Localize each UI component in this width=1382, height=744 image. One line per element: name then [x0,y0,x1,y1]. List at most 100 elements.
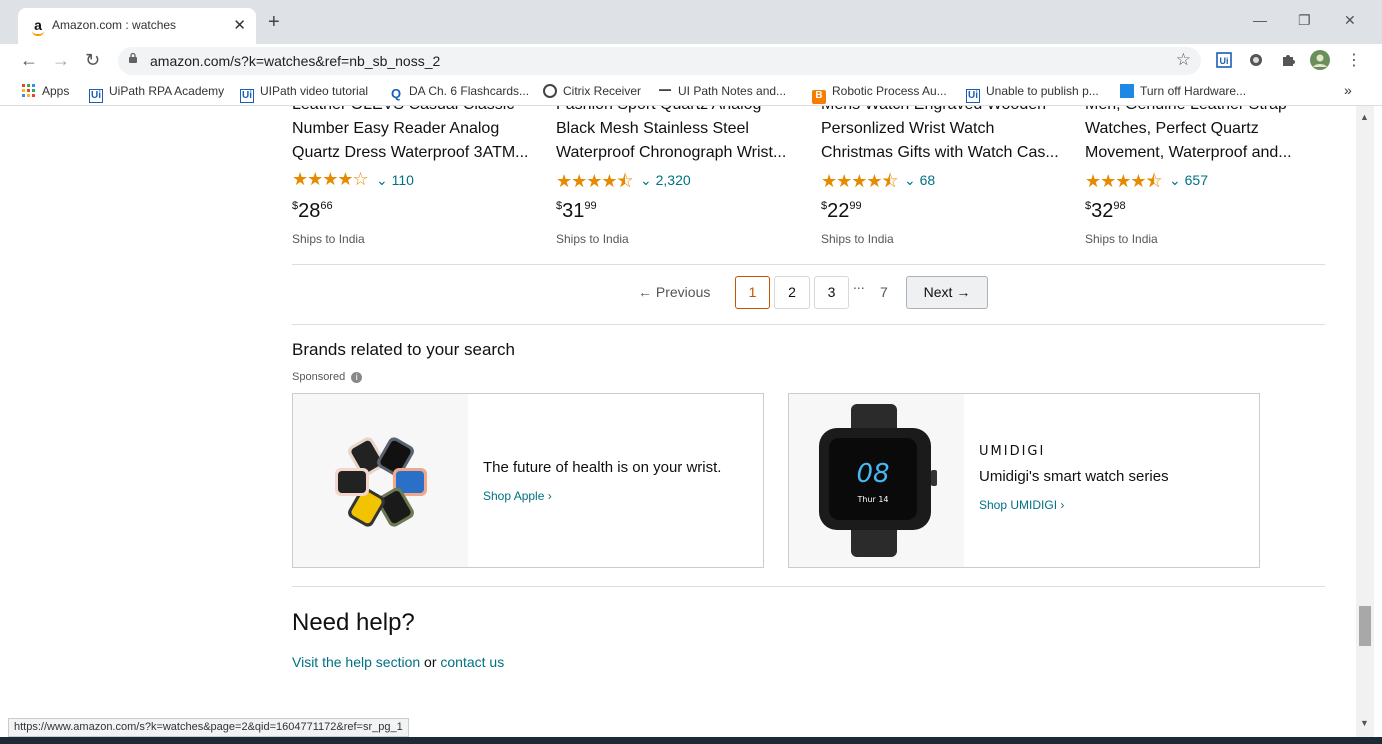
bookmark-flashcards[interactable]: Q DA Ch. 6 Flashcards... [389,84,529,102]
pagination-page-1[interactable]: 1 [735,276,770,309]
pagination-page-2[interactable]: 2 [774,276,810,309]
bookmark-uipath-video[interactable]: Ui UIPath video tutorial [240,84,368,103]
price-whole: 31 [562,200,585,222]
bookmark-label: Turn off Hardware... [1140,84,1247,98]
product-card[interactable]: Mens Watch Engraved Wooden Personlized W… [821,106,1071,165]
back-icon[interactable]: ← [20,50,38,71]
review-count[interactable]: ⌄ 657 [1169,172,1208,189]
pagination-page-last[interactable]: 7 [880,284,888,300]
browser-tab[interactable]: a Amazon.com : watches ✕ [18,8,256,44]
shop-apple-link[interactable]: Shop Apple › [483,489,552,503]
star-rating-icon[interactable]: ★★★★⯪ [556,169,634,199]
brand-card-umidigi[interactable]: 08 Thur 14 UMIDIGI Umidigi's smart watch… [788,393,1260,568]
info-icon[interactable]: i [351,372,363,383]
brand-card-apple[interactable]: The future of health is on your wrist. S… [292,393,764,568]
product-card[interactable]: Men, Genuine Leather Strap Watches, Perf… [1085,106,1335,165]
product-title[interactable]: Personlized Wrist Watch [821,117,1071,141]
bookmark-label: UI Path Notes and... [678,84,787,98]
contact-us-link[interactable]: contact us [440,654,504,670]
star-rating-icon[interactable]: ★★★★⯪ [1085,169,1163,199]
star-rating-icon[interactable]: ★★★★☆ [292,169,369,190]
product-title[interactable]: Waterproof Chronograph Wrist... [556,141,806,165]
product-title[interactable]: Black Mesh Stainless Steel [556,117,806,141]
minimize-icon[interactable]: — [1253,12,1267,28]
bookmark-unable-publish[interactable]: Ui Unable to publish p... [966,84,1099,103]
scroll-down-icon[interactable]: ▼ [1360,718,1369,728]
amazon-favicon-icon: a [30,18,46,36]
product-title[interactable]: Movement, Waterproof and... [1085,141,1335,165]
browser-toolbar: ← → ↻ amazon.com/s?k=watches&ref=nb_sb_n… [0,44,1382,78]
extensions-puzzle-icon[interactable] [1280,52,1296,68]
product-title[interactable]: Watches, Perfect Quartz [1085,117,1335,141]
svg-text:Thur 14: Thur 14 [856,495,888,504]
product-card[interactable]: Leather OLEVS Casual Classic Number Easy… [292,106,542,165]
help-section-link[interactable]: Visit the help section [292,654,420,670]
divider [292,586,1325,587]
extension-circle-icon[interactable] [1248,52,1264,68]
help-or-text: or [424,654,437,670]
shipping-info: Ships to India [292,232,365,246]
bookmark-turn-off-hardware[interactable]: Turn off Hardware... [1120,84,1246,98]
star-rating-icon[interactable]: ★★★★⯪ [821,169,899,199]
bookmark-robotic-process[interactable]: B Robotic Process Au... [812,84,947,104]
price-whole: 22 [827,200,850,222]
uipath-icon: Ui [240,89,254,103]
product-price[interactable]: $2299 [821,200,862,223]
bookmark-uipath-academy[interactable]: Ui UiPath RPA Academy [89,84,224,103]
scroll-up-icon[interactable]: ▲ [1360,112,1369,122]
browser-tab-strip: a Amazon.com : watches ✕ + — ❐ ✕ [0,0,1382,44]
review-count[interactable]: ⌄ 110 [376,172,414,189]
bookmark-label: DA Ch. 6 Flashcards... [409,84,530,98]
umidigi-logo: UMIDIGI [979,444,1046,459]
product-price[interactable]: $3199 [556,200,597,223]
pagination-page-3[interactable]: 3 [814,276,849,309]
product-title[interactable]: Leather OLEVS Casual Classic [292,106,542,117]
product-price[interactable]: $3298 [1085,200,1126,223]
pagination-next-button[interactable]: Next → [906,276,988,309]
bookmark-label: UIPath video tutorial [260,84,369,98]
bookmark-citrix[interactable]: Citrix Receiver [543,84,641,98]
product-title[interactable]: Fashion Sport Quartz Analog [556,106,806,117]
bookmark-uipath-notes[interactable]: ▬▬ UI Path Notes and... [658,84,786,98]
tab-title: Amazon.com : watches [52,18,177,32]
product-title[interactable]: Number Easy Reader Analog [292,117,542,141]
product-title[interactable]: Christmas Gifts with Watch Cas... [821,141,1071,165]
brands-heading: Brands related to your search [292,340,516,359]
bookmark-apps[interactable]: Apps [22,84,69,98]
maximize-icon[interactable]: ❐ [1298,12,1311,29]
os-taskbar [0,737,1382,744]
apple-watch-image[interactable] [293,394,468,567]
umidigi-watch-image[interactable]: 08 Thur 14 [789,394,964,567]
brand-tagline: Umidigi's smart watch series [979,468,1169,485]
reload-icon[interactable]: ↻ [85,50,100,71]
product-title[interactable]: Quartz Dress Waterproof 3ATM... [292,141,542,165]
menu-kebab-icon[interactable]: ⋮ [1346,50,1362,70]
bookmarks-overflow-icon[interactable]: » [1344,82,1352,98]
price-fraction: 99 [584,200,597,212]
new-tab-icon[interactable]: + [268,12,280,32]
bookmark-star-icon[interactable]: ☆ [1176,50,1191,70]
bookmark-label: Citrix Receiver [563,84,642,98]
review-count-value: 657 [1184,172,1208,188]
window-close-icon[interactable]: ✕ [1344,12,1356,29]
bookmarks-bar: Apps Ui UiPath RPA Academy Ui UIPath video… [0,78,1382,106]
link-status-bar: https://www.amazon.com/s?k=watches&page=… [8,718,409,737]
page-scrollbar[interactable]: ▲ ▼ [1356,106,1374,738]
product-title[interactable]: Men, Genuine Leather Strap [1085,106,1335,117]
tab-close-icon[interactable]: ✕ [233,16,246,34]
product-title[interactable]: Mens Watch Engraved Wooden [821,106,1071,117]
page-content: Leather OLEVS Casual Classic Number Easy… [0,106,1356,718]
forward-icon[interactable]: → [52,50,70,71]
uipath-extension-icon[interactable]: Ui [1216,52,1232,68]
price-whole: 28 [298,200,321,222]
shop-umidigi-link[interactable]: Shop UMIDIGI › [979,498,1064,512]
review-count[interactable]: ⌄ 68 [904,172,935,189]
review-count[interactable]: ⌄ 2,320 [640,172,691,189]
product-price[interactable]: $2866 [292,200,333,223]
lock-icon [129,53,137,63]
address-bar[interactable]: amazon.com/s?k=watches&ref=nb_sb_noss_2 … [118,47,1201,75]
product-card[interactable]: Fashion Sport Quartz Analog Black Mesh S… [556,106,806,165]
pagination-previous[interactable]: ← Previous [638,284,710,300]
scrollbar-thumb[interactable] [1359,606,1371,646]
profile-avatar[interactable] [1310,50,1330,70]
